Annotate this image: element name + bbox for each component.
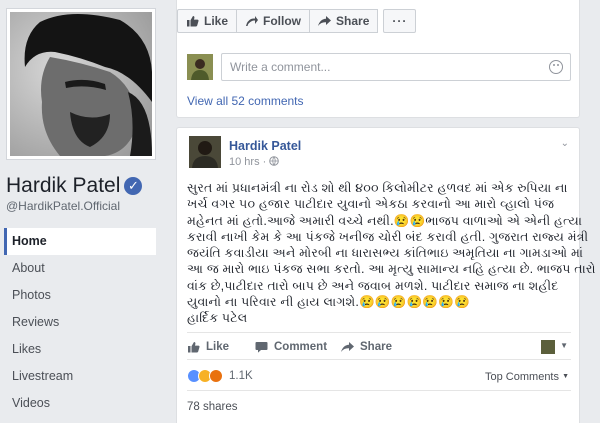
post-like-button[interactable]: Like <box>187 333 229 361</box>
comment-placeholder: Write a comment... <box>230 60 331 74</box>
post-action-bar: Like Comment Share ▼ <box>187 332 571 360</box>
emoji-icon[interactable] <box>549 60 563 74</box>
thumbs-up-icon <box>187 341 200 353</box>
post-line: વાંક છે,પાટીદાર તારો બાપ છે અને જવાબ મળશ… <box>187 278 559 293</box>
post-share-button[interactable]: Share <box>341 333 392 361</box>
page-action-bar: Like Follow Share ··· <box>177 9 417 33</box>
shares-count-link[interactable]: 78 shares <box>187 401 238 413</box>
nav-item-livestream[interactable]: Livestream <box>4 363 156 390</box>
nav-item-videos[interactable]: Videos <box>4 390 156 417</box>
follow-button[interactable]: Follow <box>237 9 311 33</box>
post-options-chevron-icon[interactable]: ⌄ <box>561 138 569 149</box>
page-nav: Home About Photos Reviews Likes Livestre… <box>4 228 156 417</box>
follow-icon <box>245 15 259 27</box>
top-comments-label: Top Comments <box>485 371 559 383</box>
profile-picture[interactable] <box>6 8 156 160</box>
caret-down-icon[interactable]: ▼ <box>560 341 568 350</box>
post-line: કરાવી નાખી કેમ કે આ પંકજે ખનીજ ચોરી બંદ … <box>187 229 589 244</box>
post-comment-button[interactable]: Comment <box>255 333 327 361</box>
verified-badge-icon: ✓ <box>124 177 143 195</box>
comment-input[interactable]: Write a comment... <box>221 53 571 81</box>
nav-item-photos[interactable]: Photos <box>4 282 156 309</box>
commenter-avatar[interactable] <box>187 54 213 80</box>
divider <box>187 390 571 391</box>
post-meta: 10 hrs · <box>229 156 280 168</box>
more-icon: ··· <box>392 14 408 28</box>
post-line: જયંતિ કવાડીયા અને મોરબી ના ધારાસભ્ય કાંત… <box>187 246 584 261</box>
nav-item-likes[interactable]: Likes <box>4 336 156 363</box>
post-line: આ જ મારો ભાઇ પંકજ સભા કરતો. આ મૃત્યુ સામ… <box>187 262 596 277</box>
post-as-avatar[interactable] <box>541 340 555 354</box>
like-page-label: Like <box>204 14 229 28</box>
left-column: Hardik Patel ✓ @HardikPatel.Official Home… <box>0 0 166 423</box>
post-line: યુવાનો ના પરિવાર ની હાય લાગશે.😢😢😢😢😢😢😢 <box>187 295 470 310</box>
globe-icon <box>269 156 280 168</box>
share-arrow-icon <box>318 15 332 27</box>
angry-reaction-icon <box>209 369 223 383</box>
caret-down-icon: ▼ <box>562 373 569 380</box>
more-options-button[interactable]: ··· <box>383 9 417 33</box>
top-comments-dropdown[interactable]: Top Comments ▼ <box>485 371 569 383</box>
share-page-label: Share <box>336 14 370 28</box>
post-line: સુરત માં પ્રધાનમંત્રી ના રોડ શો થી ૪૦૦ ક… <box>187 181 568 195</box>
thumbs-up-icon <box>186 15 199 27</box>
reactions-summary[interactable]: 1.1K <box>187 369 253 383</box>
page-handle[interactable]: @HardikPatel.Official <box>6 199 120 213</box>
top-card: Like Follow Share ··· Write a comment...… <box>176 0 580 118</box>
nav-item-reviews[interactable]: Reviews <box>4 309 156 336</box>
post-body: સુરત માં પ્રધાનમંત્રી ના રોડ શો થી ૪૦૦ ક… <box>187 180 596 327</box>
post-like-label: Like <box>206 340 230 353</box>
page-name-text[interactable]: Hardik Patel <box>6 174 120 197</box>
view-all-comments-link[interactable]: View all 52 comments <box>187 94 304 108</box>
page-name[interactable]: Hardik Patel ✓ <box>6 174 143 198</box>
reactions-count[interactable]: 1.1K <box>229 370 253 382</box>
nav-item-about[interactable]: About <box>4 255 156 282</box>
share-page-button[interactable]: Share <box>310 9 379 33</box>
post-line: ખર્ચ વગર ૫૦ હજાર પાટીદાર યુવાનો એકઠા કરવ… <box>187 197 555 212</box>
post-author-name[interactable]: Hardik Patel <box>229 139 301 153</box>
like-page-button[interactable]: Like <box>177 9 238 33</box>
post-author-avatar[interactable] <box>189 136 221 168</box>
share-arrow-icon <box>341 341 354 353</box>
follow-label: Follow <box>263 14 302 28</box>
meta-separator: · <box>262 156 267 168</box>
comment-icon <box>255 341 268 353</box>
post-share-label: Share <box>360 340 392 353</box>
post-line: મહેનત માં હતો.આજે અમારી વચ્ચે નથી.😢😢ભાજપ… <box>187 213 583 228</box>
profile-photo-image <box>10 12 152 156</box>
post-card: Hardik Patel 10 hrs · ⌄ સુરત માં પ્રધાનમ… <box>176 127 596 423</box>
post-line: હાર્દિક પટેલ <box>187 311 248 326</box>
post-timestamp[interactable]: 10 hrs <box>229 156 260 168</box>
nav-item-home[interactable]: Home <box>4 228 156 255</box>
post-comment-label: Comment <box>274 340 328 353</box>
